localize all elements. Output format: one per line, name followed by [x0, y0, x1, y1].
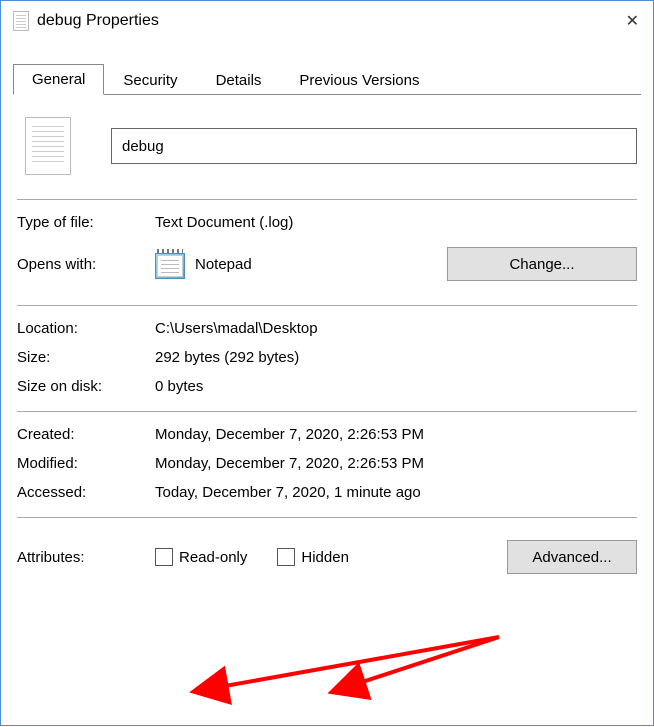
checkbox-icon — [155, 548, 173, 566]
type-of-file-label: Type of file: — [17, 214, 155, 231]
opens-with-row: Opens with: Notepad Change... — [17, 237, 637, 295]
notepad-icon — [155, 249, 185, 279]
properties-window: debug Properties ✕ General Security Deta… — [0, 0, 654, 726]
opens-with-value: Notepad Change... — [155, 247, 637, 281]
checkbox-icon — [277, 548, 295, 566]
opens-with-label: Opens with: — [17, 256, 155, 273]
size-on-disk-row: Size on disk: 0 bytes — [17, 372, 637, 401]
hidden-label: Hidden — [301, 549, 349, 566]
accessed-row: Accessed: Today, December 7, 2020, 1 min… — [17, 478, 637, 507]
created-row: Created: Monday, December 7, 2020, 2:26:… — [17, 420, 637, 449]
accessed-value: Today, December 7, 2020, 1 minute ago — [155, 484, 637, 501]
document-icon — [13, 11, 29, 31]
accessed-label: Accessed: — [17, 484, 155, 501]
content: General Security Details Previous Versio… — [1, 63, 653, 580]
type-of-file-row: Type of file: Text Document (.log) — [17, 208, 637, 237]
attributes-label: Attributes: — [17, 549, 155, 566]
created-value: Monday, December 7, 2020, 2:26:53 PM — [155, 426, 637, 443]
filename-row — [17, 109, 637, 189]
tab-security[interactable]: Security — [104, 65, 196, 95]
type-of-file-value: Text Document (.log) — [155, 214, 637, 231]
tab-general[interactable]: General — [13, 64, 104, 95]
location-value: C:\Users\madal\Desktop — [155, 320, 637, 337]
separator — [17, 199, 637, 200]
read-only-label: Read-only — [179, 549, 247, 566]
size-on-disk-label: Size on disk: — [17, 378, 155, 395]
attributes-row: Attributes: Read-only Hidden Advanced... — [17, 526, 637, 580]
size-label: Size: — [17, 349, 155, 366]
separator — [17, 517, 637, 518]
created-label: Created: — [17, 426, 155, 443]
location-label: Location: — [17, 320, 155, 337]
advanced-button[interactable]: Advanced... — [507, 540, 637, 574]
tabs: General Security Details Previous Versio… — [13, 63, 641, 95]
location-row: Location: C:\Users\madal\Desktop — [17, 314, 637, 343]
modified-label: Modified: — [17, 455, 155, 472]
general-panel: Type of file: Text Document (.log) Opens… — [13, 95, 641, 580]
tab-details[interactable]: Details — [197, 65, 281, 95]
filename-input[interactable] — [111, 128, 637, 164]
size-on-disk-value: 0 bytes — [155, 378, 637, 395]
opens-with-app: Notepad — [195, 256, 252, 273]
separator — [17, 411, 637, 412]
hidden-checkbox[interactable]: Hidden — [277, 548, 349, 566]
tab-previous-versions[interactable]: Previous Versions — [280, 65, 438, 95]
modified-value: Monday, December 7, 2020, 2:26:53 PM — [155, 455, 637, 472]
close-icon[interactable]: ✕ — [626, 11, 639, 31]
size-row: Size: 292 bytes (292 bytes) — [17, 343, 637, 372]
separator — [17, 305, 637, 306]
title-left: debug Properties — [13, 11, 159, 31]
read-only-checkbox[interactable]: Read-only — [155, 548, 247, 566]
titlebar: debug Properties ✕ — [1, 1, 653, 41]
modified-row: Modified: Monday, December 7, 2020, 2:26… — [17, 449, 637, 478]
window-title: debug Properties — [37, 12, 159, 30]
attributes-values: Read-only Hidden Advanced... — [155, 540, 637, 574]
size-value: 292 bytes (292 bytes) — [155, 349, 637, 366]
change-button[interactable]: Change... — [447, 247, 637, 281]
file-type-icon — [25, 117, 71, 175]
